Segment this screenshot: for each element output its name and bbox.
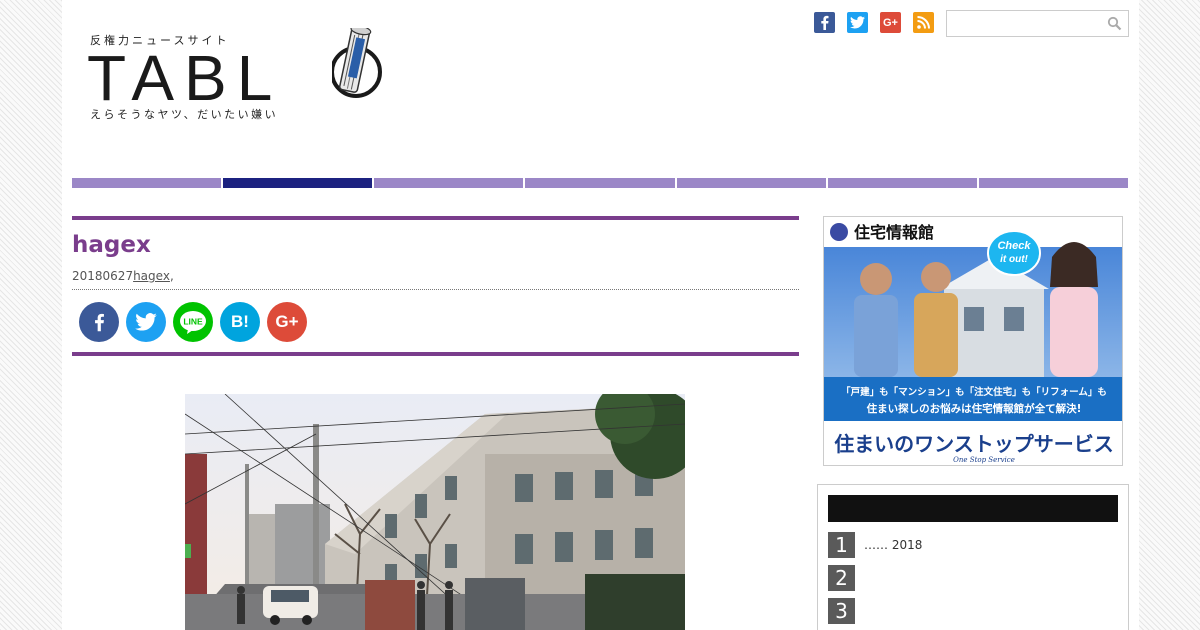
ranking-item[interactable]: 2 (828, 565, 864, 591)
hatena-share-button[interactable]: B! (220, 302, 260, 342)
article-date: 20180627 (72, 269, 134, 283)
article-header: hagex 20180627hagex, LINE B! G+ (72, 216, 799, 356)
rank-number: 3 (828, 598, 855, 624)
line-share-button[interactable]: LINE (173, 302, 213, 342)
search-box (946, 10, 1129, 37)
header-social-links: G+ (814, 12, 934, 33)
ranking-item[interactable]: 1 …… 2018 (828, 532, 922, 558)
google-plus-icon[interactable]: G+ (880, 12, 901, 33)
search-input[interactable] (947, 11, 1097, 36)
share-buttons: LINE B! G+ (79, 302, 307, 342)
sidebar-ad-banner[interactable]: 住宅情報館 Check it out! 「戸建」も「マンション」も「注文住宅」も… (823, 216, 1123, 466)
logo-wordmark: TABL (87, 42, 283, 114)
site-logo[interactable]: 反権力ニュースサイト TABL えらそうなヤツ、だいたい嫌い (87, 28, 390, 125)
article-photo (185, 394, 685, 630)
article-meta: 20180627hagex, (72, 269, 174, 283)
meta-divider (72, 289, 799, 290)
nav-item-7[interactable] (978, 178, 1128, 188)
article-author-suffix: , (169, 269, 174, 283)
rss-icon[interactable] (913, 12, 934, 33)
twitter-icon[interactable] (847, 12, 868, 33)
logo-tagline-bottom: えらそうなヤツ、だいたい嫌い (90, 108, 279, 121)
ad-copy-line2: 住まい探しのお悩みは住宅情報館が全て解決! (867, 402, 1082, 415)
nav-item-4[interactable] (525, 178, 675, 188)
nav-item-3[interactable] (374, 178, 524, 188)
ad-copy-line1: 「戸建」も「マンション」も「注文住宅」も「リフォーム」も (841, 386, 1107, 398)
nav-item-2[interactable] (223, 178, 373, 188)
ranking-item[interactable]: 3 (828, 598, 864, 624)
svg-text:LINE: LINE (183, 317, 203, 327)
rank-title: …… 2018 (864, 538, 923, 552)
ad-slogan-sub: One Stop Service (953, 456, 1015, 464)
google-plus-share-button[interactable]: G+ (267, 302, 307, 342)
rank-number: 1 (828, 532, 855, 558)
facebook-share-button[interactable] (79, 302, 119, 342)
ad-brand-text: 住宅情報館 (854, 223, 934, 242)
main-nav (72, 178, 1128, 188)
nav-item-5[interactable] (676, 178, 826, 188)
article-title: hagex (72, 232, 151, 258)
nav-item-6[interactable] (827, 178, 977, 188)
search-icon[interactable] (1107, 16, 1122, 31)
article-author-link[interactable]: hagex (133, 269, 170, 283)
nav-item-1[interactable] (72, 178, 222, 188)
twitter-share-button[interactable] (126, 302, 166, 342)
ad-slogan: 住まいのワンストップサービス (834, 432, 1114, 456)
ranking-heading (828, 495, 1118, 522)
rolled-newspaper-icon (332, 28, 382, 98)
ranking-widget: 1 …… 2018 2 3 (817, 484, 1129, 630)
rank-number: 2 (828, 565, 855, 591)
ad-badge-line1: Check (997, 240, 1031, 252)
facebook-icon[interactable] (814, 12, 835, 33)
ad-badge-line2: it out! (1000, 254, 1028, 265)
